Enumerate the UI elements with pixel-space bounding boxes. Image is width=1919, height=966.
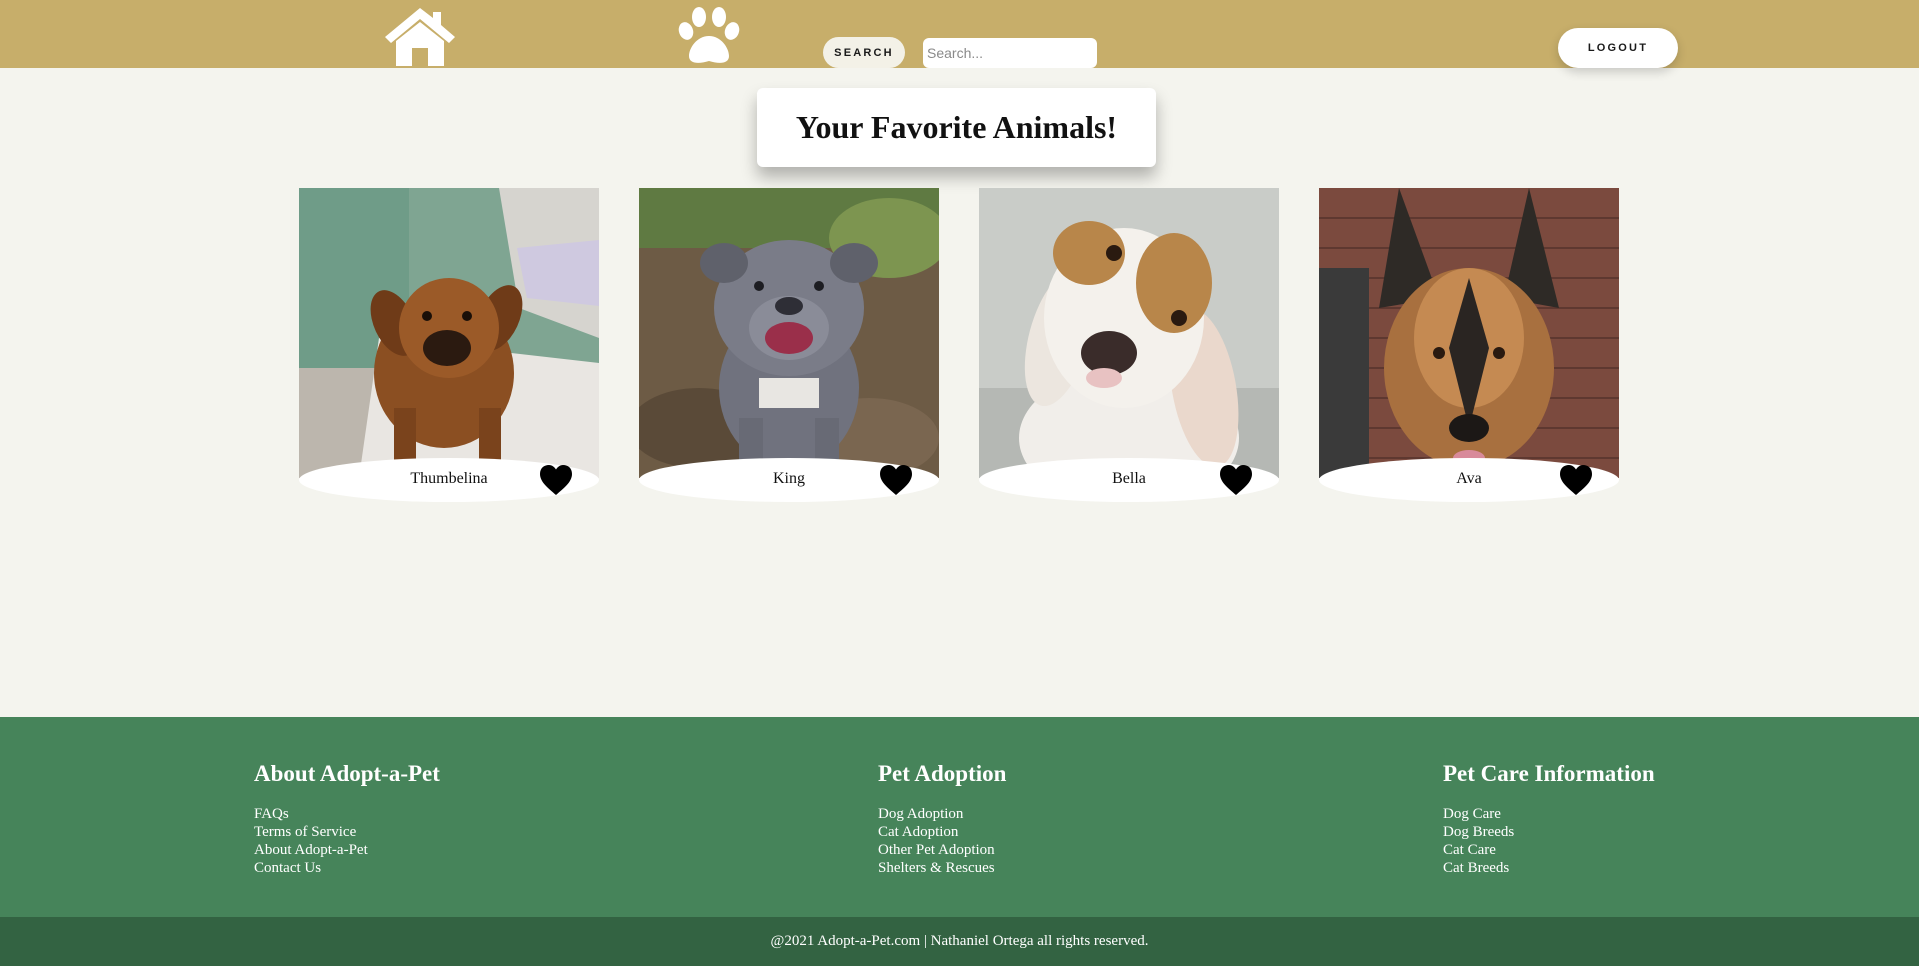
footer-heading: Pet Adoption — [878, 761, 1007, 786]
top-nav-bar: SEARCH LOGOUT — [0, 0, 1919, 68]
footer-link[interactable]: Terms of Service — [254, 823, 440, 841]
footer-link[interactable]: Dog Care — [1443, 805, 1655, 823]
footer-heading: Pet Care Information — [1443, 761, 1655, 786]
logout-button[interactable]: LOGOUT — [1558, 28, 1678, 68]
home-icon[interactable] — [383, 6, 457, 66]
pet-photo[interactable] — [299, 188, 599, 478]
footer-column-about: About Adopt-a-Pet FAQs Terms of Service … — [254, 761, 440, 877]
page-title-card: Your Favorite Animals! — [757, 88, 1156, 167]
heart-icon[interactable] — [879, 464, 913, 496]
pet-card[interactable]: Thumbelina — [299, 188, 599, 502]
search-button[interactable]: SEARCH — [823, 37, 905, 68]
footer-link[interactable]: Cat Care — [1443, 841, 1655, 859]
page-title: Your Favorite Animals! — [795, 109, 1118, 145]
footer-heading: About Adopt-a-Pet — [254, 761, 440, 786]
footer-link[interactable]: Other Pet Adoption — [878, 841, 1006, 859]
footer-link[interactable]: Dog Adoption — [878, 805, 1006, 823]
footer-link[interactable]: Shelters & Rescues — [878, 859, 1006, 877]
favorite-pets-grid: Thumbelina King Bella Ava — [0, 188, 1919, 504]
footer-link[interactable]: Cat Breeds — [1443, 859, 1655, 877]
copyright-text: @2021 Adopt-a-Pet.com | Nathaniel Ortega… — [770, 933, 1149, 949]
pet-photo[interactable] — [979, 188, 1279, 478]
heart-icon[interactable] — [539, 464, 573, 496]
search-input[interactable] — [923, 38, 1097, 68]
footer-link[interactable]: FAQs — [254, 805, 440, 823]
pet-card[interactable]: Bella — [979, 188, 1279, 502]
pet-card[interactable]: King — [639, 188, 939, 502]
footer-link[interactable]: Cat Adoption — [878, 823, 1006, 841]
footer-link[interactable]: About Adopt-a-Pet — [254, 841, 440, 859]
pet-photo[interactable] — [639, 188, 939, 478]
pet-photo[interactable] — [1319, 188, 1619, 478]
paw-icon[interactable] — [675, 6, 743, 66]
footer-column-adoption: Pet Adoption Dog Adoption Cat Adoption O… — [878, 761, 1006, 877]
footer-column-pet-care: Pet Care Information Dog Care Dog Breeds… — [1443, 761, 1655, 877]
footer-link[interactable]: Contact Us — [254, 859, 440, 877]
heart-icon[interactable] — [1559, 464, 1593, 496]
footer: About Adopt-a-Pet FAQs Terms of Service … — [0, 717, 1919, 917]
copyright-bar: @2021 Adopt-a-Pet.com | Nathaniel Ortega… — [0, 917, 1919, 966]
footer-link[interactable]: Dog Breeds — [1443, 823, 1655, 841]
heart-icon[interactable] — [1219, 464, 1253, 496]
pet-card[interactable]: Ava — [1319, 188, 1619, 502]
